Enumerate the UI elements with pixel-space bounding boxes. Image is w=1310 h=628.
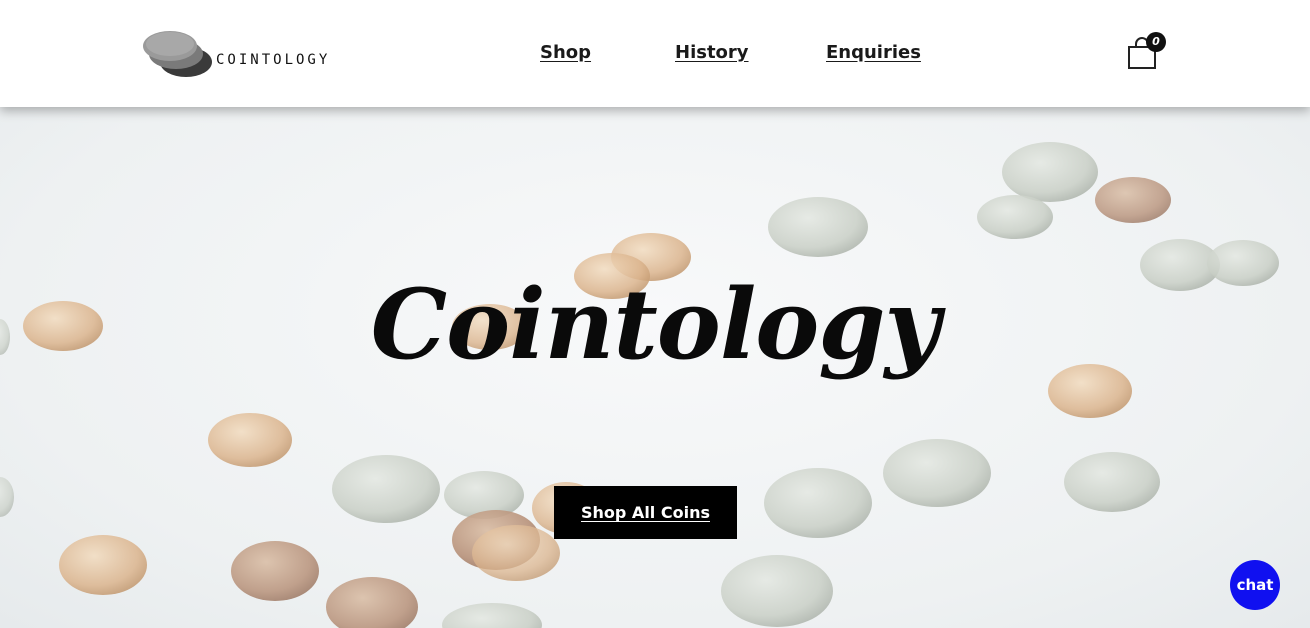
- hero-title: Cointology: [370, 268, 940, 381]
- chat-button[interactable]: chat: [1230, 560, 1280, 610]
- site-header: COINTOLOGY Shop History Enquiries 0: [0, 0, 1310, 107]
- shop-all-coins-button[interactable]: Shop All Coins: [554, 486, 737, 539]
- nav-link-enquiries[interactable]: Enquiries: [826, 42, 921, 63]
- main-nav: Shop History Enquiries: [0, 42, 1310, 70]
- nav-link-shop[interactable]: Shop: [540, 42, 591, 63]
- nav-link-history[interactable]: History: [675, 42, 749, 63]
- cart-count-badge: 0: [1146, 32, 1166, 52]
- hero-section: Cointology Shop All Coins: [0, 107, 1310, 628]
- cart-button[interactable]: 0: [1126, 32, 1170, 72]
- page: COINTOLOGY Shop History Enquiries 0 Coin…: [0, 0, 1310, 628]
